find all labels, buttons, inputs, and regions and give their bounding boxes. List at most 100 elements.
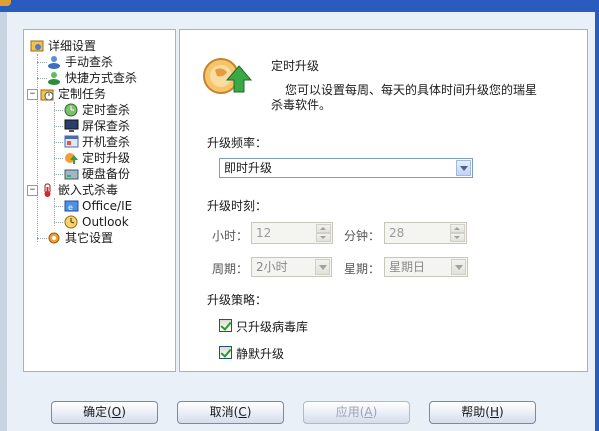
tree-item-shortcut-scan[interactable]: 快捷方式查杀 — [47, 70, 137, 86]
upgrade-globe-icon — [199, 54, 261, 98]
collapse-toggle-icon[interactable]: − — [27, 89, 38, 100]
period-label: 周期： — [212, 262, 249, 276]
page-title: 定时升级 — [271, 59, 320, 73]
minute-value: 28 — [389, 226, 405, 240]
tree-item-timed-upgrade[interactable]: 定时升级 — [64, 150, 130, 166]
tree-label-root: 详细设置 — [48, 39, 97, 53]
monitor-icon — [64, 119, 79, 133]
page-description: 您可以设置每周、每天的具体时间升级您的瑞星杀毒软件。 — [271, 83, 538, 112]
background-window-edge — [0, 12, 7, 431]
frequency-select[interactable]: 即时升级 — [219, 158, 473, 178]
minute-label: 分钟： — [344, 229, 381, 243]
strategy-label: 升级策略： — [207, 293, 268, 307]
tree-item-root[interactable]: 详细设置 — [30, 38, 96, 54]
tree-label-screensaver-scan: 屏保查杀 — [82, 119, 131, 133]
task-folder-icon — [40, 87, 55, 101]
svg-text:e: e — [68, 203, 73, 212]
app-icon — [0, 0, 11, 6]
time-label: 升级时刻： — [207, 199, 268, 213]
tree-item-other-settings[interactable]: 其它设置 — [47, 230, 113, 246]
tree-guide-line — [37, 54, 38, 242]
tree-label-shortcut-scan: 快捷方式查杀 — [65, 71, 138, 85]
frequency-label: 升级频率： — [207, 136, 268, 150]
silent-upgrade-checkbox[interactable] — [219, 346, 232, 359]
thermometer-icon — [40, 183, 55, 197]
minute-spin-buttons — [450, 224, 465, 242]
tree-label-manual-scan: 手动查杀 — [65, 55, 114, 69]
virus-only-checkbox[interactable] — [219, 319, 232, 332]
tree-guide-line — [37, 78, 47, 79]
virus-only-label[interactable]: 只升级病毒库 — [236, 318, 308, 335]
weekday-select-value: 星期日 — [389, 260, 426, 274]
tree-label-scheduled-tasks: 定制任务 — [58, 87, 107, 101]
tree-item-timed-scan[interactable]: 定时查杀 — [64, 102, 130, 118]
tree-label-office-ie: Office/IE — [82, 199, 133, 213]
outlook-clock-icon — [64, 215, 79, 229]
tree-guide-line — [37, 238, 47, 239]
tree-guide-line — [54, 142, 63, 143]
tree-guide-line — [54, 174, 63, 175]
silent-upgrade-label[interactable]: 静默升级 — [236, 345, 284, 362]
cancel-button-key: C — [238, 405, 247, 419]
window-border — [595, 12, 599, 431]
chevron-down-icon[interactable] — [315, 259, 330, 275]
tree-guide-line — [54, 110, 63, 111]
weekday-select[interactable]: 星期日 — [384, 257, 468, 277]
tree-guide-line — [54, 158, 63, 159]
tree-item-manual-scan[interactable]: 手动查杀 — [47, 54, 113, 70]
help-button[interactable]: 帮助(H) — [429, 401, 536, 424]
ok-button-label: 确定 — [83, 405, 108, 419]
spin-up-icon[interactable] — [450, 224, 465, 233]
tree-label-timed-upgrade: 定时升级 — [82, 151, 131, 165]
tree-item-office-ie[interactable]: e Office/IE — [64, 198, 132, 214]
tree-label-timed-scan: 定时查杀 — [82, 103, 131, 117]
spin-down-icon[interactable] — [316, 233, 331, 242]
apply-button-key: A — [364, 405, 373, 419]
hour-value: 12 — [256, 226, 272, 240]
clock-scan-icon — [64, 103, 79, 117]
cancel-button-label: 取消 — [209, 405, 234, 419]
settings-folder-icon — [30, 39, 45, 53]
tree-item-outlook[interactable]: Outlook — [64, 214, 129, 230]
tree-guide-line — [54, 126, 63, 127]
tree-guide-line — [54, 206, 63, 207]
cancel-button[interactable]: 取消(C) — [177, 401, 284, 424]
settings-tree: 详细设置 手动查杀 快捷方式查杀 − 定制任务 定时查杀 屏保查杀 开机查杀 定… — [23, 29, 176, 372]
ok-button-key: O — [111, 405, 122, 419]
help-button-key: H — [489, 405, 500, 419]
tree-label-embedded-scan: 嵌入式杀毒 — [58, 183, 119, 197]
tree-item-embedded-scan[interactable]: − 嵌入式杀毒 — [27, 182, 119, 198]
weekday-label: 星期： — [344, 262, 381, 276]
window-icon — [64, 135, 79, 149]
tree-item-startup-scan[interactable]: 开机查杀 — [64, 134, 130, 150]
tree-item-screensaver-scan[interactable]: 屏保查杀 — [64, 118, 130, 134]
tree-item-disk-backup[interactable]: 硬盘备份 — [64, 166, 130, 182]
tree-label-disk-backup: 硬盘备份 — [82, 167, 131, 181]
disk-icon — [64, 167, 79, 181]
user-scan-icon — [47, 55, 62, 69]
shortcut-scan-icon — [47, 71, 62, 85]
collapse-toggle-icon[interactable]: − — [27, 185, 38, 196]
apply-button[interactable]: 应用(A) — [303, 401, 410, 424]
chevron-down-icon[interactable] — [451, 259, 466, 275]
spin-up-icon[interactable] — [316, 224, 331, 233]
ok-button[interactable]: 确定(O) — [51, 401, 158, 424]
tree-label-other-settings: 其它设置 — [65, 231, 114, 245]
apply-button-label: 应用 — [335, 405, 360, 419]
spin-down-icon[interactable] — [450, 233, 465, 242]
tree-guide-line — [54, 222, 63, 223]
help-button-label: 帮助 — [461, 405, 486, 419]
tree-item-scheduled-tasks[interactable]: − 定制任务 — [27, 86, 107, 102]
hour-spin-buttons — [316, 224, 331, 242]
hour-label: 小时： — [212, 229, 249, 243]
period-select-value: 2小时 — [256, 260, 288, 274]
minute-stepper[interactable]: 28 — [384, 222, 467, 244]
tree-label-outlook: Outlook — [82, 215, 129, 229]
period-select[interactable]: 2小时 — [251, 257, 332, 277]
frequency-select-value: 即时升级 — [224, 161, 273, 175]
upgrade-arrow-icon — [64, 151, 79, 165]
office-ie-icon: e — [64, 199, 79, 213]
window-title-bar — [0, 0, 599, 12]
hour-stepper[interactable]: 12 — [251, 222, 333, 244]
chevron-down-icon[interactable] — [456, 160, 471, 176]
